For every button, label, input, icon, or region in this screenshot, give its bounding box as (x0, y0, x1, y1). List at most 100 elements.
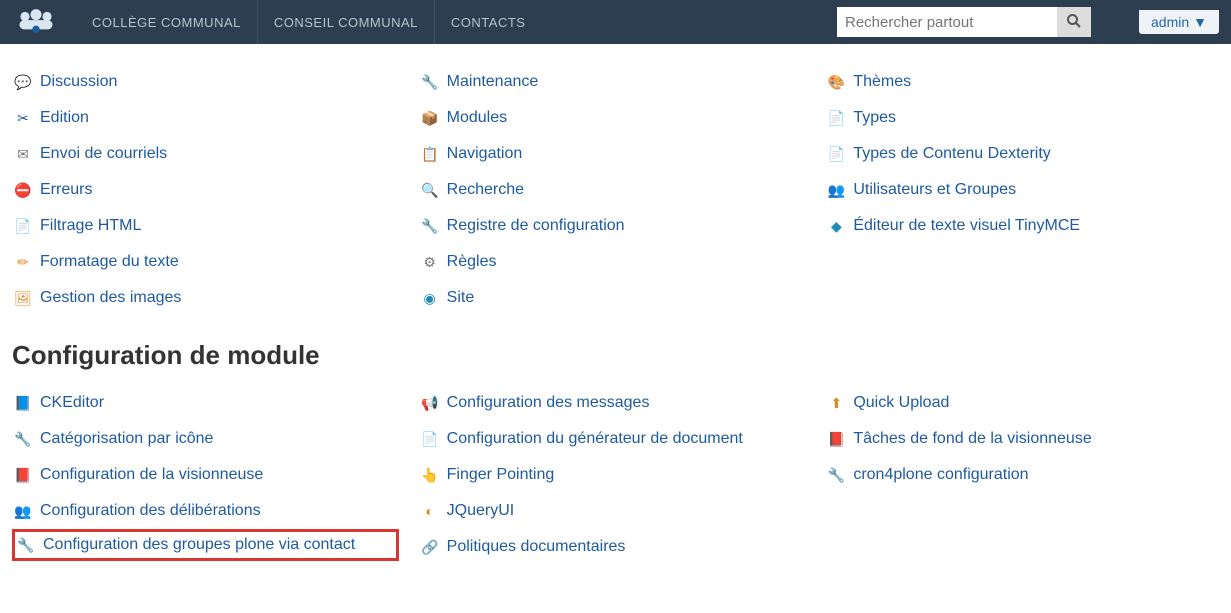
user-menu[interactable]: admin ▼ (1139, 10, 1219, 34)
settings-item-config-deliberations[interactable]: 👥Configuration des délibérations (12, 493, 399, 529)
settings-item-label: cron4plone configuration (853, 466, 1028, 484)
edition-icon: ✂ (14, 109, 32, 127)
config-visionneuse-icon: 📕 (14, 466, 32, 484)
settings-item-envoi-courriels[interactable]: ✉ Envoi de courriels (12, 136, 399, 172)
settings-item-label: Edition (40, 109, 89, 127)
settings-item-formatage-texte[interactable]: ✏Formatage du texte (12, 244, 399, 280)
categorisation-icone-icon: 🔧 (14, 430, 32, 448)
search-input[interactable] (837, 10, 1057, 35)
config-messages-icon: 📢 (421, 394, 439, 412)
settings-col: ⬆ Quick Upload 📕 Tâches de fond de la visio… (825, 385, 1212, 565)
settings-item-label: Catégorisation par icône (40, 430, 213, 448)
navigation-icon: 📋 (421, 145, 439, 163)
settings-item-cron4plone[interactable]: 🔧 cron4plone configuration (825, 457, 1212, 493)
settings-grid-1: 💬 Discussion ✂ Edition ✉ Envoi de courriels ⛔E… (12, 64, 1212, 316)
settings-item-label: Politiques documentaires (447, 538, 626, 556)
settings-item-tinymce[interactable]: ◆Éditeur de texte visuel TinyMCE (825, 208, 1212, 244)
types-dexterity-icon: 📄 (827, 145, 845, 163)
settings-item-config-generateur-doc[interactable]: 📄Configuration du générateur de document (419, 421, 806, 457)
settings-item-modules[interactable]: 📦Modules (419, 100, 806, 136)
settings-item-ckeditor[interactable]: 📘 CKEditor (12, 385, 399, 421)
settings-item-themes[interactable]: 🎨 Thèmes (825, 64, 1212, 100)
tinymce-icon: ◆ (827, 217, 845, 235)
settings-item-site[interactable]: ◉ Site (419, 280, 806, 316)
settings-item-config-visionneuse[interactable]: 📕 Configuration de la visionneuse (12, 457, 399, 493)
quick-upload-icon: ⬆ (827, 394, 845, 412)
taches-fond-icon: 📕 (827, 430, 845, 448)
config-deliberations-icon: 👥 (14, 502, 32, 520)
settings-item-politiques-doc[interactable]: 🔗 Politiques documentaires (419, 529, 806, 565)
settings-item-label: Site (447, 289, 475, 307)
settings-item-label: Tâches de fond de la visionneuse (853, 430, 1091, 448)
settings-item-label: Gestion des images (40, 289, 181, 307)
users-groups-icon: 👥 (827, 181, 845, 199)
settings-item-navigation[interactable]: 📋Navigation (419, 136, 806, 172)
settings-item-label: Discussion (40, 73, 117, 91)
settings-item-label: Utilisateurs et Groupes (853, 181, 1016, 199)
settings-item-edition[interactable]: ✂ Edition (12, 100, 399, 136)
themes-icon: 🎨 (827, 73, 845, 91)
settings-item-filtrage-html[interactable]: 📄Filtrage HTML (12, 208, 399, 244)
settings-item-finger-pointing[interactable]: 👆 Finger Pointing (419, 457, 806, 493)
settings-item-quick-upload[interactable]: ⬆ Quick Upload (825, 385, 1212, 421)
settings-item-types-dexterity[interactable]: 📄 Types de Contenu Dexterity (825, 136, 1212, 172)
settings-item-label: Types de Contenu Dexterity (853, 145, 1050, 163)
registre-config-icon: 🔧 (421, 217, 439, 235)
settings-item-label: Types (853, 109, 896, 127)
settings-item-label: Recherche (447, 181, 524, 199)
settings-item-label: Règles (447, 253, 497, 271)
config-generateur-doc-icon: 📄 (421, 430, 439, 448)
site-icon: ◉ (421, 289, 439, 307)
cron4plone-icon: 🔧 (827, 466, 845, 484)
regles-icon: ⚙ (421, 253, 439, 271)
settings-item-label: Configuration de la visionneuse (40, 466, 263, 484)
settings-col: 📘 CKEditor 🔧 Catégorisation par icône 📕 Confi… (12, 385, 399, 565)
section-title-module: Configuration de module (12, 340, 1219, 371)
search-box (837, 7, 1091, 37)
config-groupes-plone-icon: 🔧 (17, 536, 35, 554)
settings-item-discussion[interactable]: 💬 Discussion (12, 64, 399, 100)
settings-item-label: JQueryUI (447, 502, 515, 520)
settings-item-types[interactable]: 📄 Types (825, 100, 1212, 136)
recherche-icon: 🔍 (421, 181, 439, 199)
discussion-icon: 💬 (14, 73, 32, 91)
gestion-images-icon: 🖼 (14, 289, 32, 307)
settings-item-categorisation-icone[interactable]: 🔧 Catégorisation par icône (12, 421, 399, 457)
settings-grid-2: 📘 CKEditor 🔧 Catégorisation par icône 📕 Confi… (12, 385, 1212, 565)
settings-item-config-messages[interactable]: 📢 Configuration des messages (419, 385, 806, 421)
settings-item-registre-config[interactable]: 🔧Registre de configuration (419, 208, 806, 244)
settings-item-config-groupes-plone[interactable]: 🔧Configuration des groupes plone via con… (12, 529, 399, 561)
politiques-doc-icon: 🔗 (421, 538, 439, 556)
settings-item-label: Envoi de courriels (40, 145, 167, 163)
envoi-courriels-icon: ✉ (14, 145, 32, 163)
nav-conseil[interactable]: CONSEIL COMMUNAL (258, 0, 435, 44)
nav-contacts[interactable]: CONTACTS (435, 0, 542, 44)
settings-item-label: Modules (447, 109, 507, 127)
ckeditor-icon: 📘 (14, 394, 32, 412)
settings-item-maintenance[interactable]: 🔧Maintenance (419, 64, 806, 100)
settings-item-label: CKEditor (40, 394, 104, 412)
settings-item-label: Configuration des messages (447, 394, 650, 412)
app-logo[interactable] (12, 6, 60, 38)
search-icon (1066, 13, 1082, 32)
settings-item-label: Finger Pointing (447, 466, 555, 484)
settings-item-label: Thèmes (853, 73, 911, 91)
settings-item-taches-fond[interactable]: 📕 Tâches de fond de la visionneuse (825, 421, 1212, 457)
settings-item-erreurs[interactable]: ⛔Erreurs (12, 172, 399, 208)
settings-item-gestion-images[interactable]: 🖼 Gestion des images (12, 280, 399, 316)
settings-item-recherche[interactable]: 🔍 Recherche (419, 172, 806, 208)
settings-item-label: Quick Upload (853, 394, 949, 412)
topbar: COLLÈGE COMMUNAL CONSEIL COMMUNAL CONTAC… (0, 0, 1231, 44)
main-nav: COLLÈGE COMMUNAL CONSEIL COMMUNAL CONTAC… (76, 0, 541, 44)
settings-item-users-groups[interactable]: 👥 Utilisateurs et Groupes (825, 172, 1212, 208)
settings-col: 💬 Discussion ✂ Edition ✉ Envoi de courriels ⛔E… (12, 64, 399, 316)
nav-college[interactable]: COLLÈGE COMMUNAL (76, 0, 258, 44)
maintenance-icon: 🔧 (421, 73, 439, 91)
settings-item-regles[interactable]: ⚙ Règles (419, 244, 806, 280)
settings-item-label: Filtrage HTML (40, 217, 141, 235)
settings-item-jqueryui[interactable]: ◐JQueryUI (419, 493, 806, 529)
settings-col: 🔧Maintenance📦Modules📋Navigation 🔍 Recherch… (419, 64, 806, 316)
search-button[interactable] (1057, 7, 1091, 37)
types-icon: 📄 (827, 109, 845, 127)
finger-pointing-icon: 👆 (421, 466, 439, 484)
